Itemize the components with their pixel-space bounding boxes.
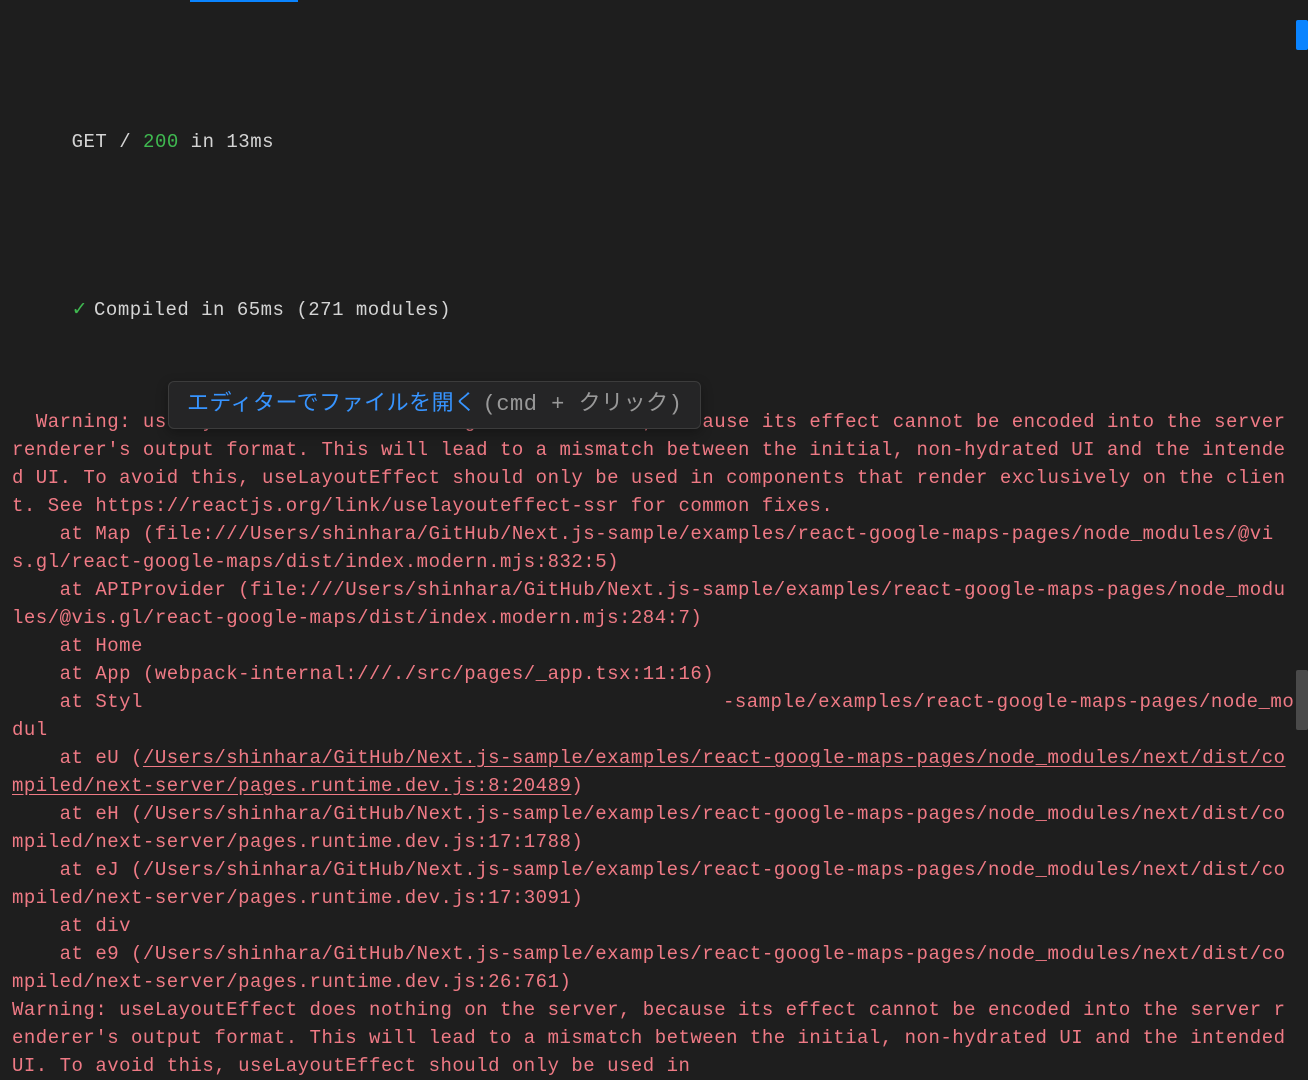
stack-line-e9[interactable]: at e9 (/Users/shinhara/GitHub/Next.js-sa… <box>12 943 1286 993</box>
stack-line-map[interactable]: at Map (file:///Users/shinhara/GitHub/Ne… <box>12 523 1274 573</box>
stack-line-app[interactable]: at App (webpack-internal:///./src/pages/… <box>12 663 714 685</box>
warning-message-2: Warning: useLayoutEffect does nothing on… <box>12 999 1297 1077</box>
stack-line-div: at div <box>12 915 131 937</box>
check-icon: ✓ <box>72 299 88 321</box>
stack-line-ej[interactable]: at eJ (/Users/shinhara/GitHub/Next.js-sa… <box>12 859 1286 909</box>
stack-line-apiprovider[interactable]: at APIProvider (file:///Users/shinhara/G… <box>12 579 1286 629</box>
stack-line-eh[interactable]: at eH (/Users/shinhara/GitHub/Next.js-sa… <box>12 803 1286 853</box>
stack-line-styl-partial-a: at Styl <box>12 691 143 713</box>
scrollbar-thumb[interactable] <box>1296 670 1308 730</box>
stack-line-eu-pre: at eU ( <box>12 747 143 769</box>
response-time: 13ms <box>226 131 274 153</box>
compiled-text: Compiled in 65ms (271 modules) <box>94 299 451 321</box>
minimap-viewport-indicator[interactable] <box>1296 20 1308 50</box>
request-line: GET / 200 in 13ms <box>12 100 1296 184</box>
http-status: 200 <box>143 131 179 153</box>
tooltip-primary-text: エディターでファイルを開く <box>187 392 477 417</box>
compiled-line: ✓ Compiled in 65ms (271 modules) <box>12 268 1296 352</box>
in-label: in <box>191 131 215 153</box>
http-method: GET <box>72 131 108 153</box>
stack-line-styl-partial-b: -sample/examples/react-google-maps-pages… <box>12 691 1294 741</box>
http-path: / <box>119 131 131 153</box>
tooltip-secondary-text: (cmd + クリック) <box>483 392 683 417</box>
hover-tooltip: エディターでファイルを開く(cmd + クリック) <box>168 381 701 429</box>
stack-line-eu-link[interactable]: /Users/shinhara/GitHub/Next.js-sample/ex… <box>12 747 1286 797</box>
stack-line-eu-post: ) <box>571 775 583 797</box>
terminal-output[interactable]: GET / 200 in 13ms ✓ Compiled in 65ms (271… <box>0 0 1308 1080</box>
stack-line-home: at Home <box>12 635 143 657</box>
tab-active-indicator <box>190 0 298 2</box>
